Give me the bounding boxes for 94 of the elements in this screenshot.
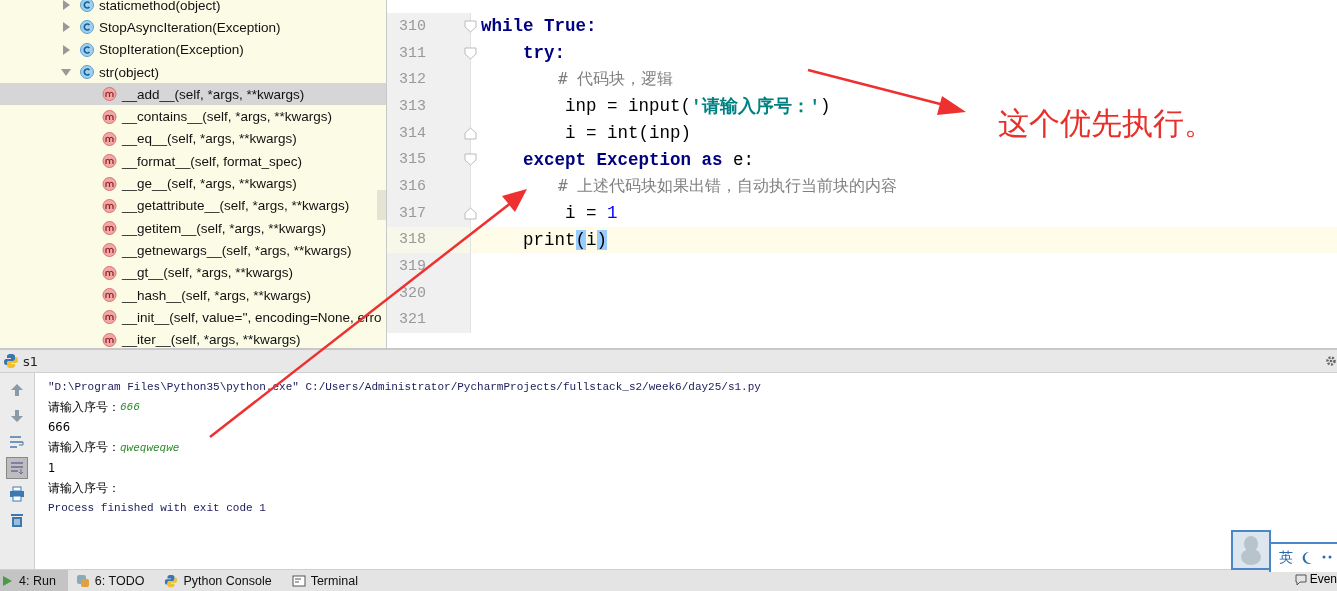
trash-icon: [9, 512, 25, 528]
line-number: 313: [399, 97, 426, 115]
expand-arrow-icon[interactable]: [60, 43, 72, 56]
console-text: 请输入序号：: [48, 399, 120, 415]
code-line: inp = input('请输入序号：'): [564, 95, 831, 120]
terminal-icon: [291, 573, 306, 588]
line-number: 316: [399, 177, 426, 195]
annotation-text: 这个优先执行。: [998, 106, 1215, 141]
class-icon: [80, 20, 94, 35]
method-icon: [102, 87, 117, 102]
python-icon: [3, 353, 19, 369]
line-number: 318: [399, 231, 426, 249]
code-line: except Exception as e:: [522, 148, 755, 172]
tool-window-tab[interactable]: 6: TODO: [67, 570, 157, 591]
class-icon: [80, 42, 94, 57]
tree-item[interactable]: __format__(self, format_spec): [0, 150, 303, 173]
console-text: Process finished with exit code 1: [48, 502, 266, 515]
line-number: 312: [399, 71, 426, 89]
tree-item[interactable]: str(object): [0, 60, 159, 84]
tree-item[interactable]: __getitem__(self, *args, **kwargs): [0, 216, 327, 240]
scroll-to-end-button[interactable]: [6, 457, 28, 479]
event-log-label[interactable]: Even: [1309, 572, 1337, 587]
code-line: # 上述代码块如果出错，自动执行当前块的内容: [557, 174, 898, 197]
fold-marker-icon[interactable]: [464, 19, 477, 33]
line-number: 320: [399, 284, 426, 302]
input-text: qweqweqwe: [120, 441, 180, 454]
code-line: # 代码块，逻辑: [557, 68, 674, 91]
class-icon: [80, 0, 94, 13]
method-icon: [102, 243, 117, 258]
line-number: 311: [399, 44, 426, 62]
scroll-to-end-icon: [9, 460, 25, 476]
todo-icon: [75, 573, 90, 588]
method-icon: [102, 198, 117, 213]
method-icon: [102, 310, 117, 325]
person-silhouette-icon: [1240, 535, 1262, 565]
console-text: 1: [48, 460, 56, 475]
fold-marker-icon[interactable]: [464, 153, 477, 167]
tree-item[interactable]: __eq__(self, *args, **kwargs): [0, 127, 297, 151]
code-line: try:: [522, 42, 565, 66]
tree-item[interactable]: __getnewargs__(self, *args, **kwargs): [0, 239, 352, 262]
line-number: 314: [399, 124, 426, 142]
tree-item[interactable]: StopIteration(Exception): [0, 38, 244, 61]
panel-title: s1: [23, 353, 39, 369]
tool-window-tab[interactable]: Terminal: [283, 570, 370, 591]
tool-window-tab[interactable]: 4: Run: [0, 570, 68, 591]
fold-marker-icon[interactable]: [464, 46, 477, 60]
ime-avatar[interactable]: [1231, 530, 1271, 570]
tool-window-tab[interactable]: Python Console: [156, 570, 284, 591]
tree-item[interactable]: __iter__(self, *args, **kwargs): [0, 328, 301, 348]
moon-icon[interactable]: [1301, 551, 1313, 565]
tree-item[interactable]: __hash__(self, *args, **kwargs): [0, 283, 312, 307]
line-number: 321: [399, 311, 426, 329]
fold-marker-icon[interactable]: [464, 126, 477, 140]
play-icon: [0, 573, 14, 588]
method-icon: [102, 154, 117, 169]
line-number: 319: [399, 258, 426, 276]
up-arrow-icon: [9, 382, 25, 398]
expand-arrow-icon[interactable]: [60, 0, 72, 12]
python-icon: [164, 573, 179, 588]
console-text: 请输入序号：: [48, 440, 120, 456]
line-number: 315: [399, 151, 426, 169]
method-icon: [102, 176, 117, 191]
tree-item[interactable]: __gt__(self, *args, **kwargs): [0, 261, 294, 284]
soft-wrap-icon: [9, 434, 25, 450]
code-line: print(i): [522, 228, 608, 252]
method-icon: [102, 109, 117, 124]
tree-item[interactable]: __getattribute__(self, *args, **kwargs): [0, 194, 350, 217]
code-line: i = 1: [564, 202, 618, 226]
code-line: while True:: [480, 15, 597, 39]
method-icon: [102, 131, 117, 146]
console-text: 请输入序号：: [48, 480, 120, 496]
line-number: 310: [399, 17, 426, 35]
method-icon: [102, 288, 117, 302]
settings-icon[interactable]: [1325, 355, 1337, 367]
code-line: i = int(inp): [564, 122, 692, 146]
tree-item[interactable]: __contains__(self, *args, **kwargs): [0, 105, 333, 128]
expand-arrow-icon[interactable]: [60, 21, 72, 34]
down-arrow-icon: [9, 408, 25, 424]
tree-item[interactable]: StopAsyncIteration(Exception): [0, 16, 281, 39]
tree-item[interactable]: __ge__(self, *args, **kwargs): [0, 172, 297, 195]
method-icon: [102, 332, 117, 347]
input-text: 666: [120, 401, 140, 414]
tree-item[interactable]: __add__(self, *args, **kwargs): [0, 83, 386, 106]
method-icon: [102, 221, 117, 236]
fold-marker-icon[interactable]: [464, 206, 477, 220]
line-number: 317: [399, 204, 426, 222]
scrollbar-thumb[interactable]: [377, 190, 386, 220]
tree-item[interactable]: staticmethod(object): [0, 0, 221, 17]
input-language-button[interactable]: 英: [1279, 549, 1293, 567]
print-icon: [9, 486, 25, 502]
speech-bubble-icon[interactable]: [1293, 572, 1308, 586]
method-icon: [102, 265, 117, 280]
class-icon: [80, 65, 94, 80]
console-text: 666: [48, 420, 70, 435]
